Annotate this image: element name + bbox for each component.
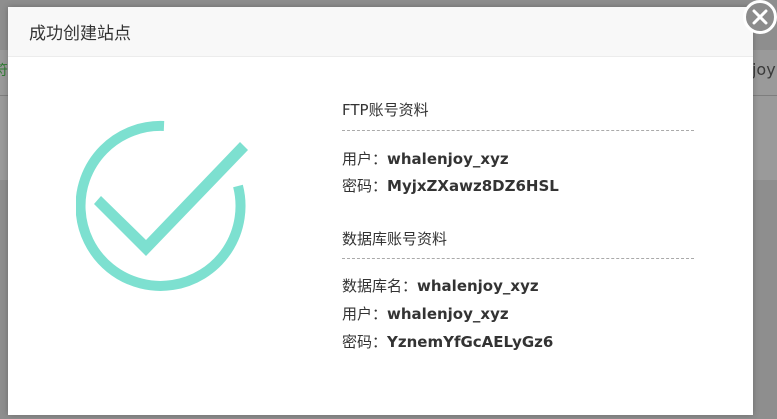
check-circle-icon — [75, 114, 256, 298]
success-dialog: 成功创建站点 FTP账号资料 用户：whalenjoy_xyz 密码：MyjxZ… — [8, 0, 777, 415]
close-button[interactable] — [743, 0, 777, 34]
database-section-title: 数据库账号资料 — [342, 230, 448, 248]
database-divider — [342, 258, 694, 259]
dialog-title: 成功创建站点 — [29, 24, 131, 44]
ftp-user-row: 用户：whalenjoy_xyz — [342, 148, 509, 169]
database-password-row: 密码：YznemYfGcAELyGz6 — [342, 331, 553, 352]
ftp-divider — [342, 130, 694, 131]
ftp-password-value: MyjxZXawz8DZ6HSL — [387, 177, 559, 195]
database-name-label: 数据库名： — [342, 277, 418, 295]
background-left-text: 符 — [0, 63, 8, 79]
database-password-label: 密码： — [342, 333, 388, 351]
ftp-password-row: 密码：MyjxZXawz8DZ6HSL — [342, 175, 559, 196]
database-user-value: whalenjoy_xyz — [387, 305, 509, 323]
database-user-row: 用户：whalenjoy_xyz — [342, 303, 509, 324]
database-user-label: 用户： — [342, 305, 388, 323]
ftp-section-title: FTP账号资料 — [342, 101, 429, 119]
database-name-row: 数据库名：whalenjoy_xyz — [342, 275, 539, 296]
dialog-header: 成功创建站点 — [8, 7, 753, 57]
database-name-value: whalenjoy_xyz — [417, 277, 539, 295]
database-password-value: YznemYfGcAELyGz6 — [387, 333, 554, 351]
ftp-password-label: 密码： — [342, 177, 388, 195]
ftp-user-label: 用户： — [342, 150, 388, 168]
close-icon — [752, 9, 768, 25]
ftp-user-value: whalenjoy_xyz — [387, 150, 509, 168]
